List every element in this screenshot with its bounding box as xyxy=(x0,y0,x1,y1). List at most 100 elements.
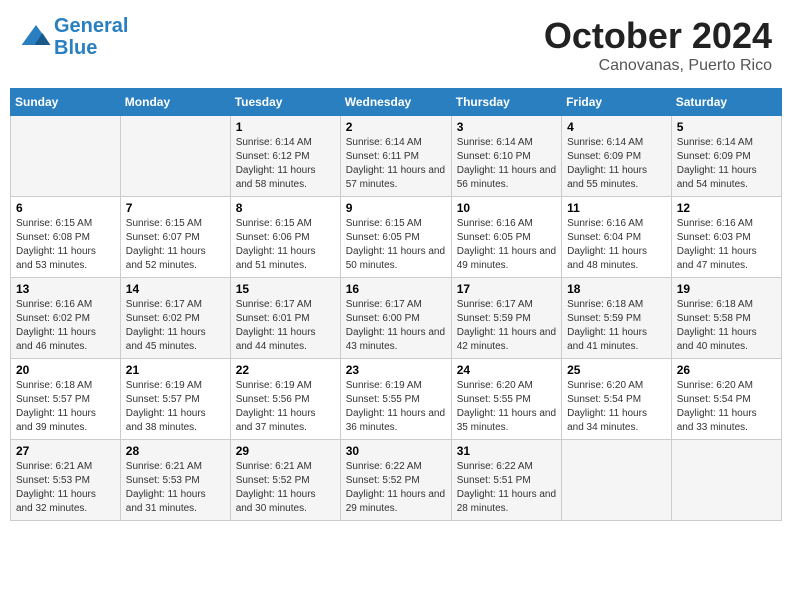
calendar-cell: 22 Sunrise: 6:19 AMSunset: 5:56 PMDayligh… xyxy=(230,359,340,440)
day-number: 20 xyxy=(16,363,115,377)
calendar-week-1: 1Sunrise: 6:14 AMSunset: 6:12 PMDaylight… xyxy=(11,116,782,197)
day-info: Sunrise: 6:18 AMSunset: 5:58 PMDaylight:… xyxy=(677,298,776,354)
day-info: Sunrise: 6:18 AMSunset: 5:59 PMDaylight:… xyxy=(567,298,666,354)
calendar-week-5: 27 Sunrise: 6:21 AMSunset: 5:53 PMDayligh… xyxy=(11,440,782,521)
day-number: 29 xyxy=(236,444,335,458)
day-header-wednesday: Wednesday xyxy=(340,89,451,116)
day-number: 30 xyxy=(346,444,446,458)
logo-line1: General xyxy=(54,15,128,37)
day-info: Sunrise: 6:14 AMSunset: 6:09 PMDaylight:… xyxy=(567,136,666,192)
calendar-cell xyxy=(11,116,121,197)
day-info: Sunrise: 6:21 AMSunset: 5:52 PMDaylight:… xyxy=(236,460,335,516)
logo-line2: Blue xyxy=(54,37,97,59)
calendar-cell: 4Sunrise: 6:14 AMSunset: 6:09 PMDaylight… xyxy=(562,116,672,197)
day-info: Sunrise: 6:16 AMSunset: 6:04 PMDaylight:… xyxy=(567,217,666,273)
calendar-table: SundayMondayTuesdayWednesdayThursdayFrid… xyxy=(10,88,782,521)
calendar-cell: 13 Sunrise: 6:16 AMSunset: 6:02 PMDayligh… xyxy=(11,278,121,359)
calendar-week-4: 20 Sunrise: 6:18 AMSunset: 5:57 PMDayligh… xyxy=(11,359,782,440)
calendar-cell: 7 Sunrise: 6:15 AMSunset: 6:07 PMDaylight… xyxy=(120,197,230,278)
day-info: Sunrise: 6:15 AMSunset: 6:05 PMDaylight:… xyxy=(346,217,446,273)
day-number: 18 xyxy=(567,282,666,296)
day-header-tuesday: Tuesday xyxy=(230,89,340,116)
day-number: 14 xyxy=(126,282,225,296)
day-number: 31 xyxy=(457,444,556,458)
day-number: 21 xyxy=(126,363,225,377)
calendar-cell: 14 Sunrise: 6:17 AMSunset: 6:02 PMDayligh… xyxy=(120,278,230,359)
calendar-cell: 16Sunrise: 6:17 AMSunset: 6:00 PMDayligh… xyxy=(340,278,451,359)
calendar-header-row: SundayMondayTuesdayWednesdayThursdayFrid… xyxy=(11,89,782,116)
day-number: 9 xyxy=(346,201,446,215)
day-number: 3 xyxy=(457,120,556,134)
day-info: Sunrise: 6:15 AMSunset: 6:07 PMDaylight:… xyxy=(126,217,225,273)
calendar-cell: 25 Sunrise: 6:20 AMSunset: 5:54 PMDayligh… xyxy=(562,359,672,440)
day-info: Sunrise: 6:14 AMSunset: 6:10 PMDaylight:… xyxy=(457,136,556,192)
calendar-cell: 9 Sunrise: 6:15 AMSunset: 6:05 PMDaylight… xyxy=(340,197,451,278)
day-number: 17 xyxy=(457,282,556,296)
day-header-friday: Friday xyxy=(562,89,672,116)
day-info: Sunrise: 6:17 AMSunset: 6:02 PMDaylight:… xyxy=(126,298,225,354)
day-info: Sunrise: 6:16 AMSunset: 6:03 PMDaylight:… xyxy=(677,217,776,273)
calendar-body: 1Sunrise: 6:14 AMSunset: 6:12 PMDaylight… xyxy=(11,116,782,521)
day-number: 27 xyxy=(16,444,115,458)
logo-icon xyxy=(20,21,52,53)
day-number: 28 xyxy=(126,444,225,458)
day-header-monday: Monday xyxy=(120,89,230,116)
day-number: 7 xyxy=(126,201,225,215)
calendar-cell: 6Sunrise: 6:15 AMSunset: 6:08 PMDaylight… xyxy=(11,197,121,278)
calendar-cell: 31 Sunrise: 6:22 AMSunset: 5:51 PMDayligh… xyxy=(451,440,561,521)
day-number: 15 xyxy=(236,282,335,296)
day-info: Sunrise: 6:16 AMSunset: 6:02 PMDaylight:… xyxy=(16,298,115,354)
day-info: Sunrise: 6:15 AMSunset: 6:08 PMDaylight:… xyxy=(16,217,115,273)
day-info: Sunrise: 6:22 AMSunset: 5:52 PMDaylight:… xyxy=(346,460,446,516)
day-number: 25 xyxy=(567,363,666,377)
day-info: Sunrise: 6:20 AMSunset: 5:54 PMDaylight:… xyxy=(567,379,666,435)
calendar-cell: 19 Sunrise: 6:18 AMSunset: 5:58 PMDayligh… xyxy=(671,278,781,359)
day-info: Sunrise: 6:19 AMSunset: 5:55 PMDaylight:… xyxy=(346,379,446,435)
calendar-cell xyxy=(671,440,781,521)
calendar-cell: 8 Sunrise: 6:15 AMSunset: 6:06 PMDaylight… xyxy=(230,197,340,278)
day-info: Sunrise: 6:19 AMSunset: 5:56 PMDaylight:… xyxy=(236,379,335,435)
day-number: 2 xyxy=(346,120,446,134)
logo-text: General Blue xyxy=(54,15,128,59)
calendar-cell: 12Sunrise: 6:16 AMSunset: 6:03 PMDayligh… xyxy=(671,197,781,278)
calendar-cell: 27 Sunrise: 6:21 AMSunset: 5:53 PMDayligh… xyxy=(11,440,121,521)
day-info: Sunrise: 6:14 AMSunset: 6:11 PMDaylight:… xyxy=(346,136,446,192)
day-info: Sunrise: 6:17 AMSunset: 6:01 PMDaylight:… xyxy=(236,298,335,354)
calendar-cell: 15 Sunrise: 6:17 AMSunset: 6:01 PMDayligh… xyxy=(230,278,340,359)
day-info: Sunrise: 6:18 AMSunset: 5:57 PMDaylight:… xyxy=(16,379,115,435)
day-info: Sunrise: 6:17 AMSunset: 5:59 PMDaylight:… xyxy=(457,298,556,354)
calendar-cell: 11 Sunrise: 6:16 AMSunset: 6:04 PMDayligh… xyxy=(562,197,672,278)
day-info: Sunrise: 6:15 AMSunset: 6:06 PMDaylight:… xyxy=(236,217,335,273)
day-info: Sunrise: 6:17 AMSunset: 6:00 PMDaylight:… xyxy=(346,298,446,354)
day-number: 11 xyxy=(567,201,666,215)
calendar-cell: 23Sunrise: 6:19 AMSunset: 5:55 PMDayligh… xyxy=(340,359,451,440)
page-header: General Blue October 2024 Canovanas, Pue… xyxy=(10,10,782,80)
calendar-cell: 24 Sunrise: 6:20 AMSunset: 5:55 PMDayligh… xyxy=(451,359,561,440)
day-number: 10 xyxy=(457,201,556,215)
title-block: October 2024 Canovanas, Puerto Rico xyxy=(544,15,772,75)
calendar-cell: 20 Sunrise: 6:18 AMSunset: 5:57 PMDayligh… xyxy=(11,359,121,440)
day-info: Sunrise: 6:16 AMSunset: 6:05 PMDaylight:… xyxy=(457,217,556,273)
day-number: 13 xyxy=(16,282,115,296)
day-info: Sunrise: 6:19 AMSunset: 5:57 PMDaylight:… xyxy=(126,379,225,435)
calendar-cell xyxy=(120,116,230,197)
day-info: Sunrise: 6:20 AMSunset: 5:55 PMDaylight:… xyxy=(457,379,556,435)
calendar-cell: 17 Sunrise: 6:17 AMSunset: 5:59 PMDayligh… xyxy=(451,278,561,359)
calendar-cell: 21 Sunrise: 6:19 AMSunset: 5:57 PMDayligh… xyxy=(120,359,230,440)
calendar-cell: 1Sunrise: 6:14 AMSunset: 6:12 PMDaylight… xyxy=(230,116,340,197)
day-info: Sunrise: 6:14 AMSunset: 6:09 PMDaylight:… xyxy=(677,136,776,192)
day-number: 24 xyxy=(457,363,556,377)
logo: General Blue xyxy=(20,15,128,59)
calendar-week-2: 6Sunrise: 6:15 AMSunset: 6:08 PMDaylight… xyxy=(11,197,782,278)
day-info: Sunrise: 6:22 AMSunset: 5:51 PMDaylight:… xyxy=(457,460,556,516)
location: Canovanas, Puerto Rico xyxy=(544,57,772,75)
day-number: 8 xyxy=(236,201,335,215)
calendar-cell: 5 Sunrise: 6:14 AMSunset: 6:09 PMDaylight… xyxy=(671,116,781,197)
day-info: Sunrise: 6:14 AMSunset: 6:12 PMDaylight:… xyxy=(236,136,335,192)
day-number: 5 xyxy=(677,120,776,134)
day-number: 22 xyxy=(236,363,335,377)
day-number: 19 xyxy=(677,282,776,296)
day-info: Sunrise: 6:21 AMSunset: 5:53 PMDaylight:… xyxy=(16,460,115,516)
calendar-week-3: 13 Sunrise: 6:16 AMSunset: 6:02 PMDayligh… xyxy=(11,278,782,359)
day-header-thursday: Thursday xyxy=(451,89,561,116)
